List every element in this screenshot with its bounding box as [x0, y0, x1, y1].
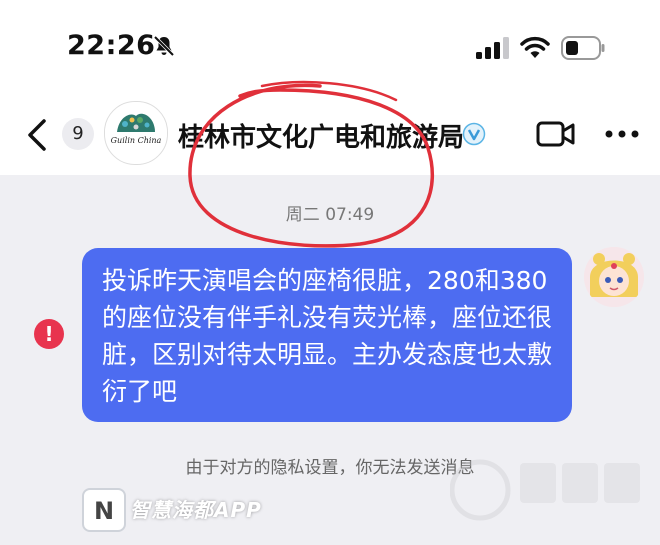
message-bubble[interactable]: 投诉昨天演唱会的座椅很脏，280和380的座位没有伴手礼没有荧光棒，座位还很脏，…: [82, 248, 572, 422]
red-annotation-circle: [188, 80, 435, 248]
svg-text:N: N: [94, 497, 114, 525]
signal-icon: [476, 37, 509, 59]
watermark-logo: N: [82, 488, 126, 532]
wifi-icon: [520, 36, 550, 58]
official-account-avatar[interactable]: Guilin China: [104, 101, 168, 165]
anime-avatar-icon: [584, 247, 644, 307]
svg-text:Guilin China: Guilin China: [111, 136, 162, 145]
chevron-left-icon[interactable]: [24, 117, 52, 153]
video-call-icon[interactable]: [536, 119, 576, 149]
send-failed-icon[interactable]: !: [34, 319, 64, 349]
watermark-seal-icon: [450, 459, 640, 521]
guilin-logo-icon: Guilin China: [105, 102, 167, 164]
status-time: 22:26: [67, 30, 156, 61]
unread-count-badge[interactable]: 9: [62, 118, 94, 150]
watermark-text: 智慧海都APP: [130, 498, 262, 522]
battery-icon: [561, 36, 605, 60]
message-text: 投诉昨天演唱会的座椅很脏，280和380的座位没有伴手礼没有荧光棒，座位还很脏，…: [102, 266, 553, 406]
verified-badge-icon: [462, 122, 486, 146]
bell-slash-icon: [153, 35, 175, 57]
user-avatar[interactable]: [584, 247, 644, 307]
more-dots-icon[interactable]: [604, 129, 640, 139]
